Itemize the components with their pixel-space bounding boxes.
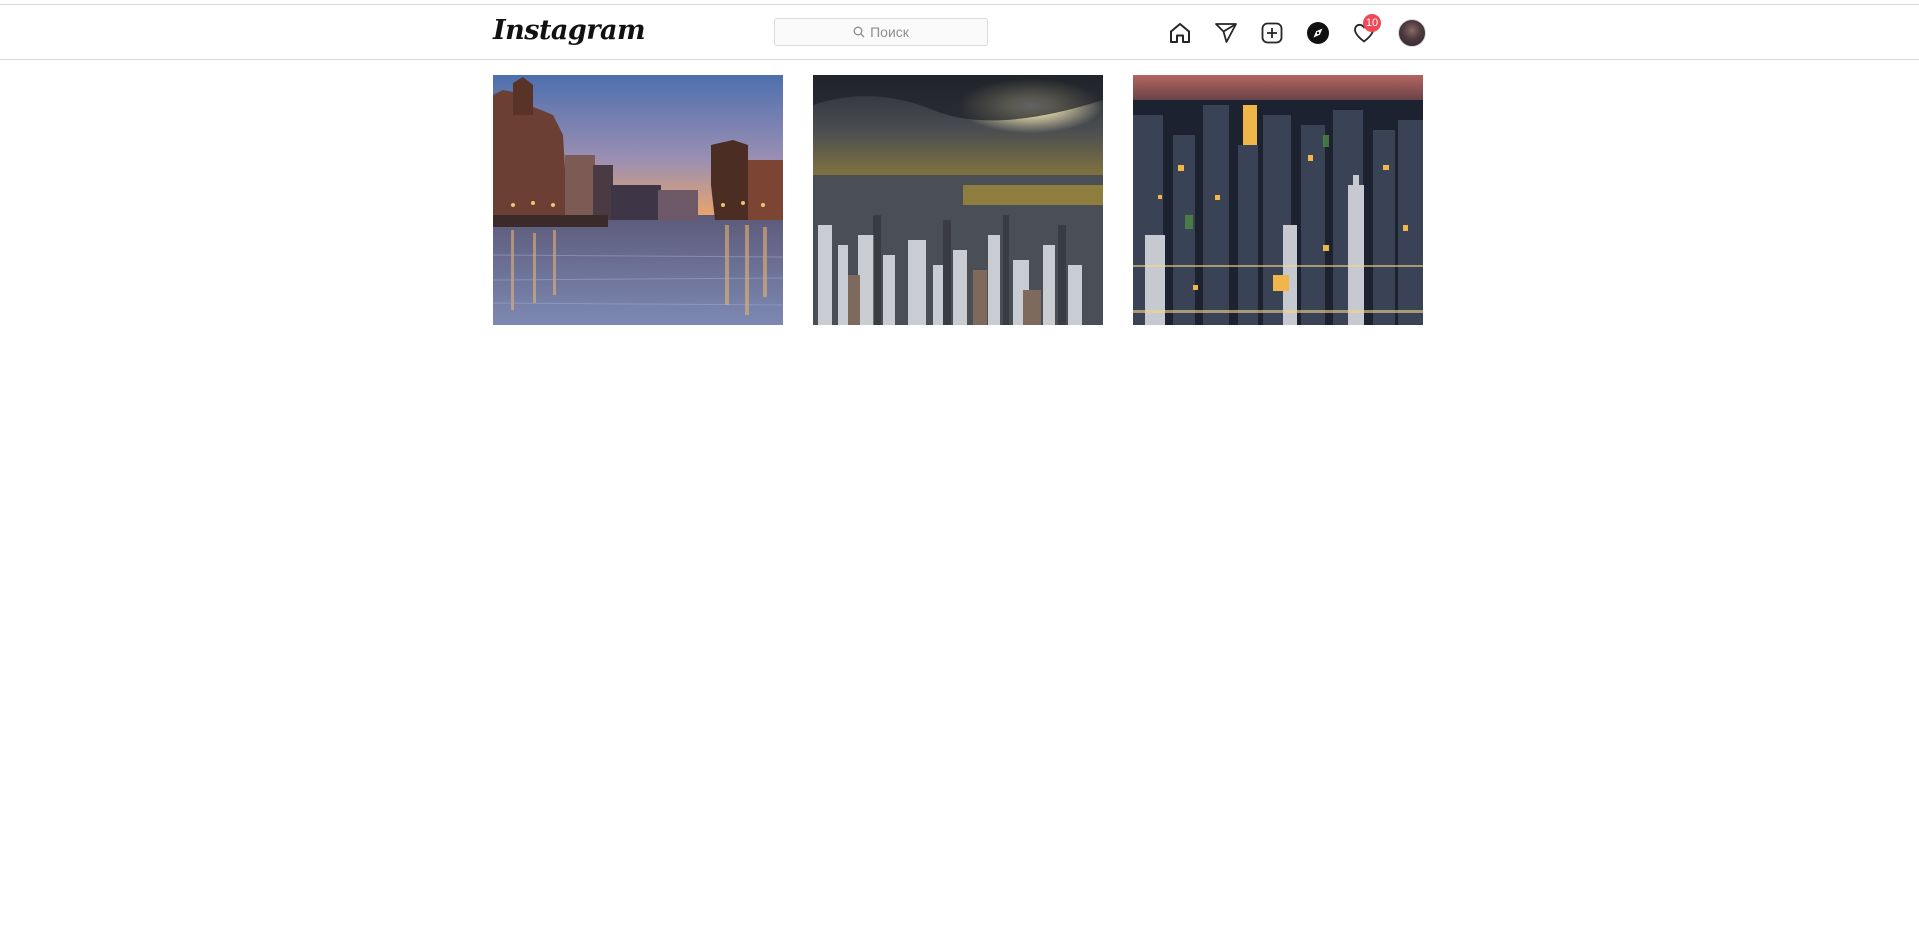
profile-avatar — [1398, 19, 1426, 47]
direct-send-icon — [1215, 23, 1237, 43]
explore-compass-icon — [1307, 22, 1329, 44]
home-icon — [1170, 23, 1190, 43]
explore-button[interactable] — [1304, 19, 1332, 47]
notification-badge: 10 — [1363, 14, 1381, 32]
post-thumbnail[interactable] — [1133, 75, 1423, 325]
top-navigation-bar: Instagram Поиск 10 — [0, 5, 1919, 60]
profile-button[interactable] — [1398, 19, 1426, 47]
search-input[interactable] — [775, 19, 991, 47]
post-thumbnail[interactable] — [493, 75, 783, 325]
activity-button[interactable]: 10 — [1350, 14, 1381, 47]
search-box[interactable]: Поиск — [774, 18, 991, 47]
home-button[interactable] — [1166, 19, 1194, 47]
post-image — [1133, 75, 1423, 325]
post-image — [493, 75, 783, 325]
post-image — [813, 75, 1103, 325]
new-post-icon — [1261, 22, 1283, 44]
post-thumbnail[interactable] — [813, 75, 1103, 325]
instagram-logo[interactable]: Instagram — [493, 15, 646, 46]
new-post-button[interactable] — [1258, 19, 1286, 47]
direct-messages-button[interactable] — [1212, 19, 1240, 47]
